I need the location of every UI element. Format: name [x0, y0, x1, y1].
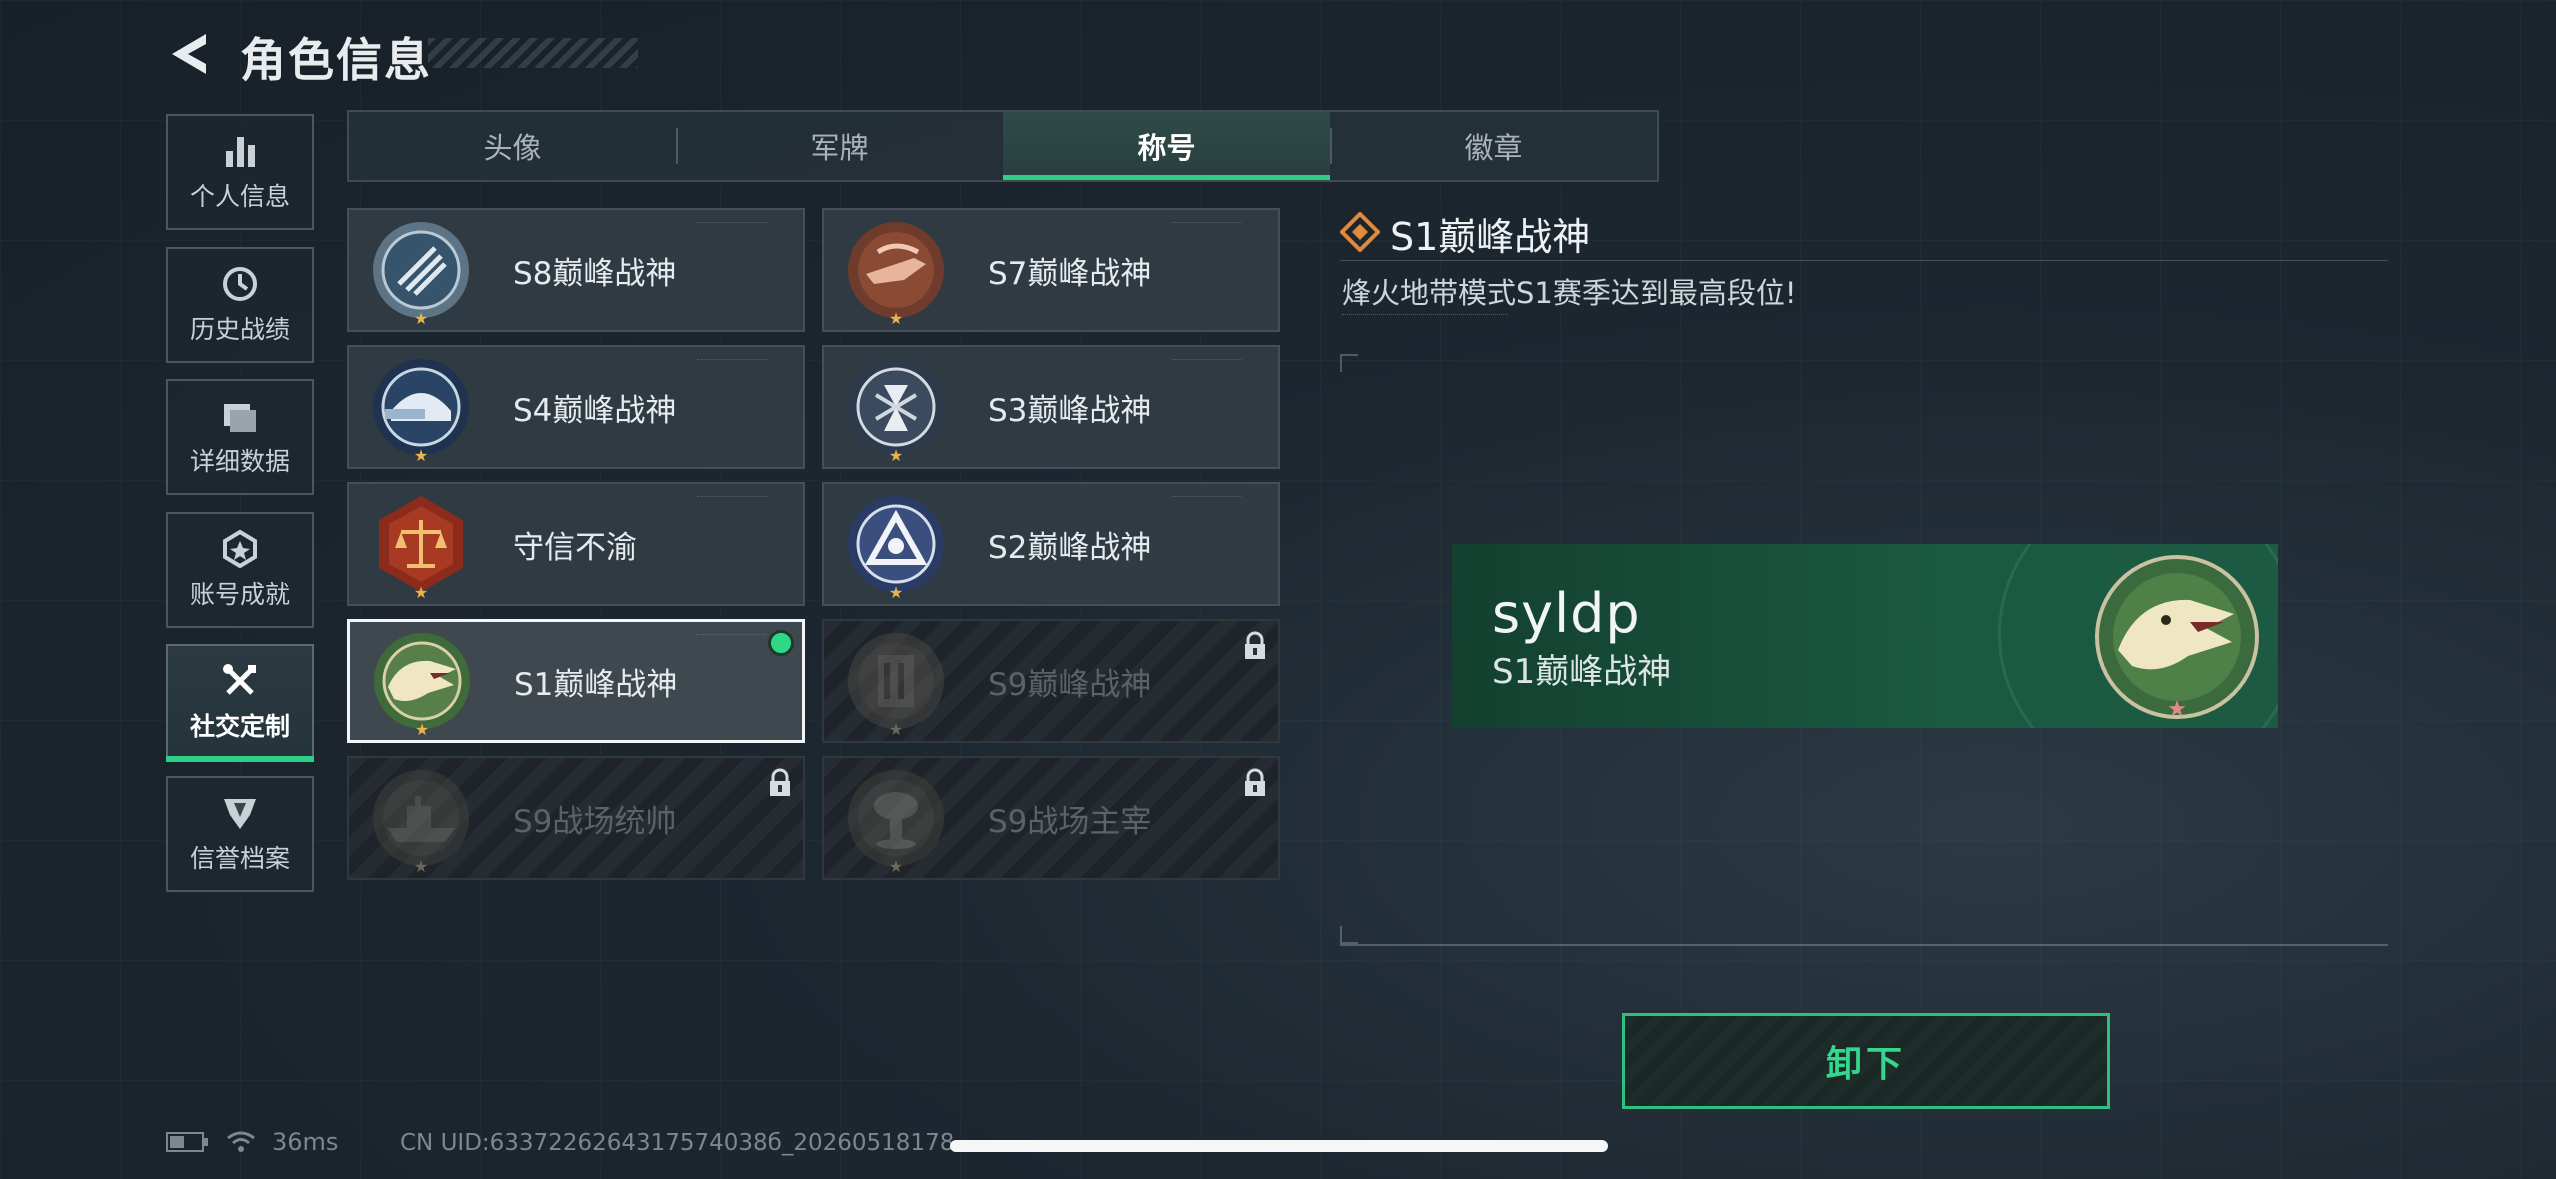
s8-medal-icon: ★ — [369, 218, 473, 328]
back-button[interactable] — [166, 30, 210, 78]
title-card-s2[interactable]: ★ S2巅峰战神 — [822, 482, 1280, 606]
detail-divider — [1340, 260, 2388, 261]
page-title: 角色信息 — [240, 33, 432, 87]
sidebar-item-label: 个人信息 — [189, 182, 290, 211]
lock-icon — [1245, 631, 1265, 659]
sidebar-item-history[interactable]: 历史战绩 — [166, 247, 314, 363]
achievement-icon — [223, 529, 257, 569]
title-card-s9-dominator[interactable]: ★ S9战场主宰 — [822, 756, 1280, 880]
sidebar-item-detailed-data[interactable]: 详细数据 — [166, 379, 314, 495]
preview-title: S1巅峰战神 — [1492, 652, 1672, 692]
unequip-button[interactable]: 卸下 — [1622, 1013, 2110, 1109]
s2-medal-icon: ★ — [844, 492, 948, 602]
title-name: S3巅峰战神 — [988, 392, 1152, 429]
title-name: S2巅峰战神 — [988, 529, 1152, 566]
mushroom-cloud-medal-icon: ★ — [844, 766, 948, 876]
title-card-loyalty[interactable]: ★ 守信不渝 — [347, 482, 805, 606]
detail-bottom-divider — [1340, 944, 2388, 946]
equipped-indicator — [768, 630, 794, 656]
tab-title[interactable]: 称号 — [1003, 112, 1330, 180]
crocodile-medal-icon: ★ — [2095, 555, 2259, 720]
lock-icon — [770, 768, 790, 796]
title-diamond-icon — [1340, 212, 1380, 252]
tab-dog-tag[interactable]: 军牌 — [676, 112, 1003, 180]
history-icon — [223, 267, 257, 301]
title-name: S1巅峰战神 — [514, 666, 678, 703]
tab-badge[interactable]: 徽章 — [1330, 112, 1657, 180]
title-name: S8巅峰战神 — [513, 255, 677, 292]
reputation-icon — [224, 799, 256, 829]
latency-text: 36ms — [272, 1128, 339, 1156]
nameplate-preview: syldp S1巅峰战神 ★ — [1452, 544, 2278, 728]
bar-chart-icon — [226, 137, 255, 167]
uid-text: CN UID:6337226264317574038б_20260518178 — [400, 1130, 955, 1156]
home-indicator[interactable] — [950, 1140, 1608, 1152]
title-name: S9巅峰战神 — [988, 666, 1152, 703]
title-name: S4巅峰战神 — [513, 392, 677, 429]
title-card-s7[interactable]: ★ S7巅峰战神 — [822, 208, 1280, 332]
preview-player-name: syldp — [1492, 582, 1641, 645]
title-name: S9战场主宰 — [988, 803, 1152, 840]
tools-icon — [223, 664, 256, 695]
title-card-s9-commander[interactable]: ★ S9战场统帅 — [347, 756, 805, 880]
scales-medal-icon: ★ — [369, 492, 473, 602]
detail-title: S1巅峰战神 — [1390, 215, 1591, 259]
battery-icon — [166, 1132, 208, 1152]
sidebar-item-label: 账号成就 — [189, 580, 290, 609]
wifi-icon — [227, 1131, 255, 1152]
category-tabs: 头像 军牌 称号 徽章 — [347, 110, 1659, 182]
title-name: 守信不渝 — [513, 529, 637, 566]
title-name: S9战场统帅 — [513, 803, 677, 840]
title-card-s1[interactable]: ★ S1巅峰战神 — [347, 619, 805, 743]
frame-corner — [1340, 926, 1358, 944]
detail-decoration — [1342, 314, 1508, 324]
back-arrow-icon — [172, 34, 206, 74]
tab-avatar[interactable]: 头像 — [349, 112, 676, 180]
sidebar-item-label: 信誉档案 — [189, 844, 290, 873]
frame-corner — [1340, 354, 1358, 372]
crocodile-medal-icon: ★ — [370, 629, 474, 739]
title-card-s9-peak[interactable]: ★ S9巅峰战神 — [822, 619, 1280, 743]
sidebar-item-social-custom[interactable]: 社交定制 — [166, 644, 314, 762]
s3-medal-icon: ★ — [844, 355, 948, 465]
title-decoration — [428, 38, 638, 68]
s4-medal-icon: ★ — [369, 355, 473, 465]
title-card-s8[interactable]: ★ S8巅峰战神 — [347, 208, 805, 332]
sidebar-item-label: 详细数据 — [189, 447, 290, 476]
title-card-s4[interactable]: ★ S4巅峰战神 — [347, 345, 805, 469]
s7-medal-icon: ★ — [844, 218, 948, 328]
lock-icon — [1245, 768, 1265, 796]
sidebar-item-personal-info[interactable]: 个人信息 — [166, 114, 314, 230]
detail-description: 烽火地带模式S1赛季达到最高段位! — [1342, 276, 1797, 310]
status-bar: 36ms — [166, 1128, 338, 1156]
svg-text:★: ★ — [2167, 697, 2187, 720]
sidebar-item-label: 历史战绩 — [189, 315, 290, 344]
sidebar-item-label: 社交定制 — [189, 712, 290, 741]
sidebar-item-reputation[interactable]: 信誉档案 — [166, 776, 314, 892]
title-card-s3[interactable]: ★ S3巅峰战神 — [822, 345, 1280, 469]
title-name: S7巅峰战神 — [988, 255, 1152, 292]
sidebar-item-achievements[interactable]: 账号成就 — [166, 512, 314, 628]
folder-icon — [224, 404, 256, 432]
s9-peak-medal-icon: ★ — [844, 629, 948, 739]
warship-medal-icon: ★ — [369, 766, 473, 876]
